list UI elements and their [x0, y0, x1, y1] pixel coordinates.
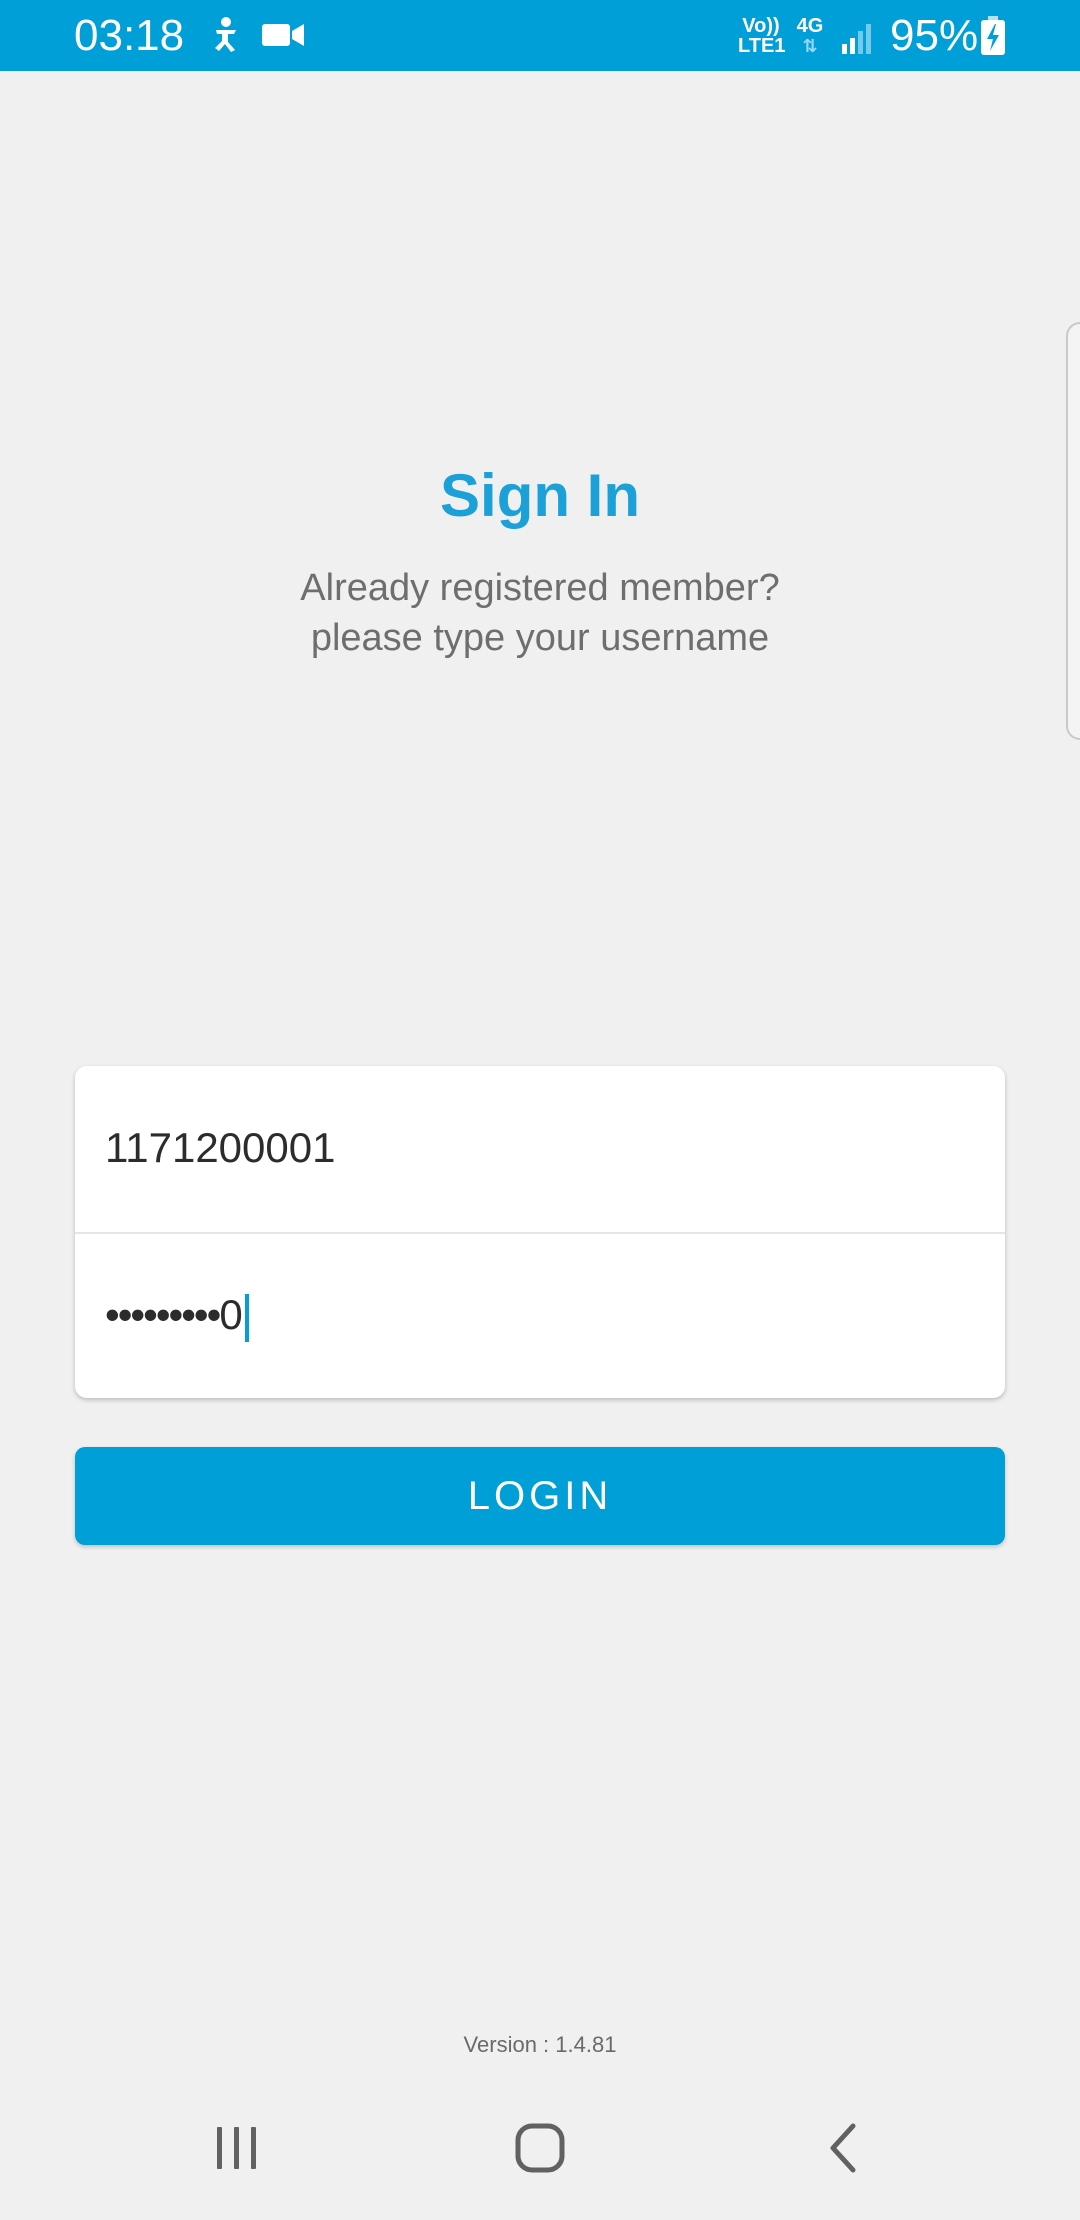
username-field[interactable]: 1171200001 [75, 1066, 1005, 1232]
username-value: 1171200001 [105, 1124, 336, 1171]
status-time: 03:18 [74, 11, 185, 60]
volte-text: Vo)) [742, 15, 780, 37]
home-icon [515, 2123, 565, 2173]
page-title: Sign In [440, 462, 640, 529]
password-value: •••••••••0 [105, 1289, 249, 1342]
subtitle-line-1: Already registered member? [300, 567, 780, 609]
network-type: 4G ⇅ [796, 15, 824, 56]
password-last-char: 0 [219, 1291, 243, 1338]
version-label: Version : 1.4.81 [463, 2032, 617, 2057]
status-bar: 03:18 Vo)) LTE1 4G ⇅ 95% [0, 0, 1080, 71]
battery-charging-icon [980, 16, 1006, 61]
back-icon [830, 2123, 856, 2173]
password-mask: ••••••••• [105, 1291, 221, 1338]
recent-apps-icon [217, 2127, 256, 2169]
battery-percent: 95% [890, 11, 979, 60]
password-field[interactable]: •••••••••0 [75, 1233, 1005, 1398]
subtitle-line-2: please type your username [310, 617, 770, 659]
volte-label: Vo)) LTE1 [738, 15, 786, 57]
navigation-bar [0, 2076, 1080, 2220]
network-type-text: 4G [796, 15, 824, 37]
home-button[interactable] [440, 2076, 640, 2220]
accessibility-icon [208, 16, 244, 59]
signal-icon [840, 22, 874, 59]
back-button[interactable] [743, 2076, 943, 2220]
video-camera-icon [262, 22, 304, 53]
login-form: 1171200001 •••••••••0 [75, 1066, 1005, 1398]
text-cursor [244, 1293, 249, 1342]
login-button[interactable]: LOGIN [75, 1447, 1005, 1545]
recent-apps-button[interactable] [137, 2076, 337, 2220]
lte-text: LTE1 [738, 35, 786, 57]
